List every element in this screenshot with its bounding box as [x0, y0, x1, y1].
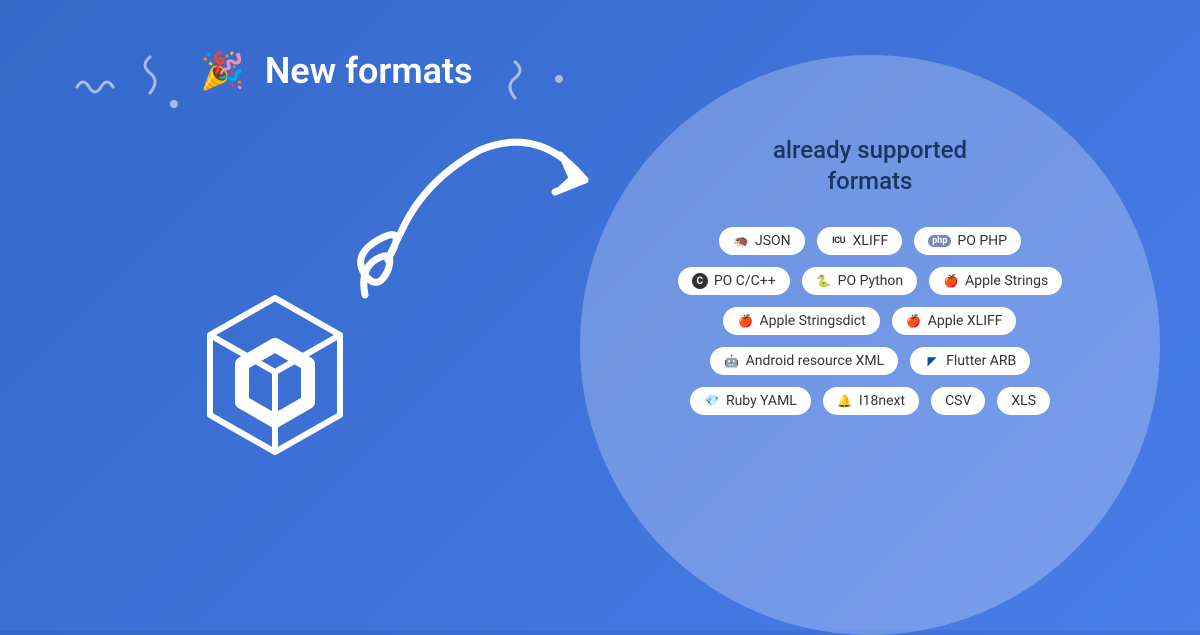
- formats-circle: already supported formats 🦔 JSON ICU XLI…: [580, 55, 1160, 635]
- title-section: 🎉 New formats: [200, 50, 473, 92]
- flutter-icon: ◤: [924, 353, 940, 369]
- format-chip-stringsdict: 🍎 Apple Stringsdict: [723, 307, 879, 335]
- cube-icon: [200, 290, 350, 460]
- decoration-dot: [555, 75, 563, 83]
- android-icon: 🤖: [724, 353, 740, 369]
- formats-grid: 🦔 JSON ICU XLIFF php PO PHP C PO C/C++ 🐍…: [678, 227, 1062, 415]
- decoration-squiggle: [75, 75, 115, 100]
- page-title: New formats: [265, 50, 473, 92]
- i18next-icon: 🔔: [837, 393, 853, 409]
- format-chip-ruby: 💎 Ruby YAML: [690, 387, 811, 415]
- apple-icon: 🍎: [906, 313, 922, 329]
- format-chip-poc: C PO C/C++: [678, 267, 790, 295]
- python-icon: 🐍: [816, 273, 832, 289]
- php-icon: php: [928, 235, 951, 247]
- c-icon: C: [692, 273, 708, 289]
- format-chip-i18next: 🔔 I18next: [823, 387, 919, 415]
- format-chip-android: 🤖 Android resource XML: [710, 347, 898, 375]
- decoration-squiggle: [135, 55, 165, 95]
- format-chip-popython: 🐍 PO Python: [802, 267, 918, 295]
- format-chip-xls: XLS: [997, 387, 1050, 415]
- ruby-icon: 💎: [704, 393, 720, 409]
- format-chip-applexliff: 🍎 Apple XLIFF: [892, 307, 1017, 335]
- apple-icon: 🍎: [737, 313, 753, 329]
- format-chip-pophp: php PO PHP: [914, 227, 1021, 255]
- format-chip-xliff: ICU XLIFF: [817, 227, 903, 255]
- format-chip-applestrings: 🍎 Apple Strings: [929, 267, 1062, 295]
- json-icon: 🦔: [733, 233, 749, 249]
- circle-title: already supported formats: [773, 135, 967, 197]
- format-chip-csv: CSV: [931, 387, 985, 415]
- decoration-squiggle: [500, 60, 530, 100]
- icu-icon: ICU: [831, 233, 847, 249]
- party-popper-icon: 🎉: [200, 50, 245, 92]
- format-chip-flutter: ◤ Flutter ARB: [910, 347, 1030, 375]
- apple-icon: 🍎: [943, 273, 959, 289]
- format-chip-json: 🦔 JSON: [719, 227, 805, 255]
- decoration-dot: [170, 100, 178, 108]
